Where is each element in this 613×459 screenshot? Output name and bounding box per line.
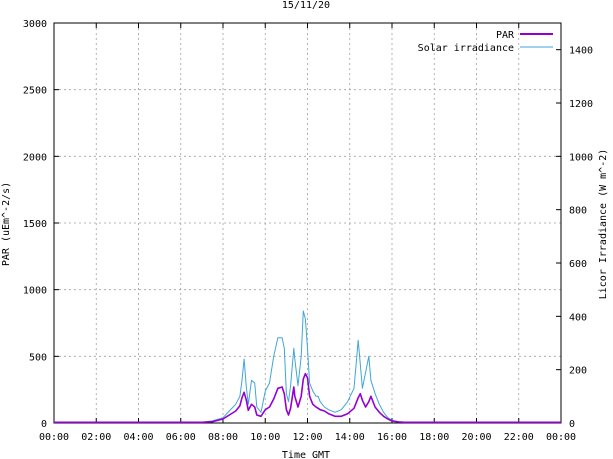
legend: PAR Solar irradiance <box>418 30 553 54</box>
x-tick-label: 00:00 <box>39 432 69 443</box>
y2-tick-label: 600 <box>569 259 587 270</box>
y2-tick-label: 800 <box>569 206 587 217</box>
y-tick-label: 0 <box>41 419 47 430</box>
y2-tick-label: 1400 <box>569 46 593 57</box>
x-tick-label: 00:00 <box>546 432 576 443</box>
y2-tick-label: 400 <box>569 312 587 323</box>
x-tick-label: 18:00 <box>419 432 449 443</box>
legend-label-par: PAR <box>496 30 515 41</box>
x-axis-label: Time GMT <box>282 450 330 459</box>
chart-title: 15/11/20 <box>282 0 330 11</box>
y-tick-label: 3000 <box>23 19 47 30</box>
x-tick-label: 04:00 <box>123 432 153 443</box>
x-tick-label: 10:00 <box>250 432 280 443</box>
x-tick-label: 12:00 <box>292 432 322 443</box>
series-layer <box>54 310 561 424</box>
chart: 00:00 02:00 04:00 06:00 08:00 10:00 12:00 14:00… <box>1 0 609 459</box>
series-line-solar-irradiance <box>54 310 561 423</box>
y-tick-label: 1500 <box>23 219 47 230</box>
y-tick-label: 2500 <box>23 86 47 97</box>
y-axis-label-right: Licor Irradiance (W m^-2) <box>598 149 609 300</box>
y-tick-label: 500 <box>29 352 47 363</box>
x-tick-label: 20:00 <box>461 432 491 443</box>
y-axis-label-left: PAR (uEm^-2/s) <box>1 182 12 266</box>
x-tick-label: 02:00 <box>81 432 111 443</box>
x-tick-label: 22:00 <box>504 432 534 443</box>
y2-tick-label: 200 <box>569 366 587 377</box>
legend-label-solar: Solar irradiance <box>418 43 514 54</box>
grid <box>54 23 561 423</box>
y2-tick-label: 0 <box>569 419 575 430</box>
x-tick-label: 08:00 <box>208 432 238 443</box>
y2-tick-label: 1000 <box>569 152 593 163</box>
x-tick-label: 06:00 <box>166 432 196 443</box>
y2-tick-label: 1200 <box>569 99 593 110</box>
y-tick-label: 2000 <box>23 152 47 163</box>
y-tick-label: 1000 <box>23 286 47 297</box>
y-axis-right: 0 200 400 600 800 1000 1200 1400 <box>556 46 593 430</box>
x-tick-label: 16:00 <box>377 432 407 443</box>
x-tick-label: 14:00 <box>335 432 365 443</box>
